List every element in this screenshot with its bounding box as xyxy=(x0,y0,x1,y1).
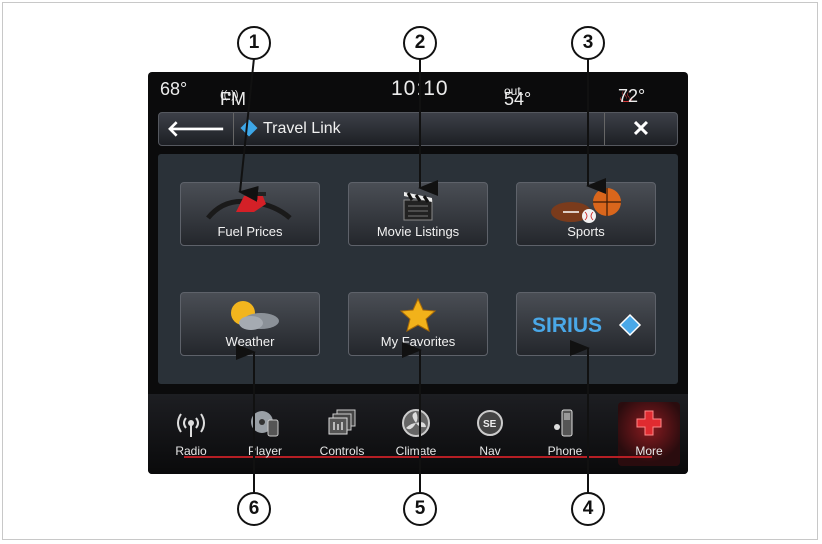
my-favorites-button[interactable]: My Favorites xyxy=(348,292,488,356)
nav-controls[interactable]: Controls xyxy=(307,406,377,464)
controls-icon xyxy=(307,406,377,440)
travel-link-menu: Fuel Prices Movie Listings Sports Weathe… xyxy=(158,154,678,384)
nav-radio[interactable]: Radio xyxy=(156,406,226,464)
nav-label: Nav xyxy=(479,444,501,458)
back-button[interactable]: 🡐 xyxy=(159,113,234,145)
nav-more[interactable]: More xyxy=(614,406,684,464)
tile-label: Movie Listings xyxy=(376,224,460,239)
callout-6: 6 xyxy=(237,492,271,526)
tile-label: SIRIUS xyxy=(532,314,602,337)
driver-temp[interactable]: 68° xyxy=(160,79,187,100)
compass-icon: SE xyxy=(455,406,525,440)
sports-balls-icon xyxy=(517,187,655,223)
close-icon: ✕ xyxy=(631,116,651,141)
status-bar: 68° ((•))FM 91.7 10:10 54° out. ♨72° xyxy=(148,72,688,130)
clock: 10:10 xyxy=(391,77,449,100)
head-unit-screen: 68° ((•))FM 91.7 10:10 54° out. ♨72° 🡐 T… xyxy=(148,72,688,474)
sirius-logo: SIRIUS xyxy=(517,307,655,343)
callout-3: 3 xyxy=(571,26,605,60)
nav-label: Controls xyxy=(319,444,365,458)
tile-label: Sports xyxy=(567,224,605,239)
nav-phone[interactable]: Phone xyxy=(530,406,600,464)
fuel-prices-button[interactable]: Fuel Prices xyxy=(180,182,320,246)
sports-button[interactable]: Sports xyxy=(516,182,656,246)
svg-text:SE: SE xyxy=(483,419,497,430)
movie-listings-button[interactable]: Movie Listings xyxy=(348,182,488,246)
nav-climate[interactable]: Climate xyxy=(381,406,451,464)
player-icon xyxy=(230,406,300,440)
tile-label: Weather xyxy=(225,334,275,349)
nav-player[interactable]: Player xyxy=(230,406,300,464)
nav-label: More xyxy=(635,444,663,458)
weather-icon xyxy=(181,297,319,333)
title-bar: 🡐 Travel Link ✕ xyxy=(158,112,678,146)
outside-temp: 54° out. xyxy=(504,82,531,109)
weather-button[interactable]: Weather xyxy=(180,292,320,356)
close-button[interactable]: ✕ xyxy=(604,113,677,145)
tile-label: Fuel Prices xyxy=(217,224,283,239)
back-arrow-icon: 🡐 xyxy=(166,116,226,141)
phone-icon xyxy=(530,406,600,440)
fuel-pump-icon xyxy=(181,187,319,223)
nav-label: Phone xyxy=(547,444,583,458)
clapperboard-icon xyxy=(349,187,487,223)
radio-antenna-icon xyxy=(156,406,226,440)
nav-label: Player xyxy=(247,444,282,458)
callout-1: 1 xyxy=(237,26,271,60)
page-title: Travel Link xyxy=(263,120,341,137)
star-icon xyxy=(349,297,487,333)
callout-2: 2 xyxy=(403,26,437,60)
nav-label: Radio xyxy=(175,444,207,458)
callout-5: 5 xyxy=(403,492,437,526)
passenger-temp-value: 72° xyxy=(618,86,646,106)
nav-nav[interactable]: SE Nav xyxy=(455,406,525,464)
plus-icon xyxy=(614,406,684,440)
outside-temp-value: 54° xyxy=(504,89,532,109)
nav-label: Climate xyxy=(395,444,437,458)
climate-icon xyxy=(381,406,451,440)
callout-4: 4 xyxy=(571,492,605,526)
travel-link-icon xyxy=(240,119,258,137)
sirius-button[interactable]: SIRIUS xyxy=(516,292,656,356)
tile-label: My Favorites xyxy=(380,334,456,349)
